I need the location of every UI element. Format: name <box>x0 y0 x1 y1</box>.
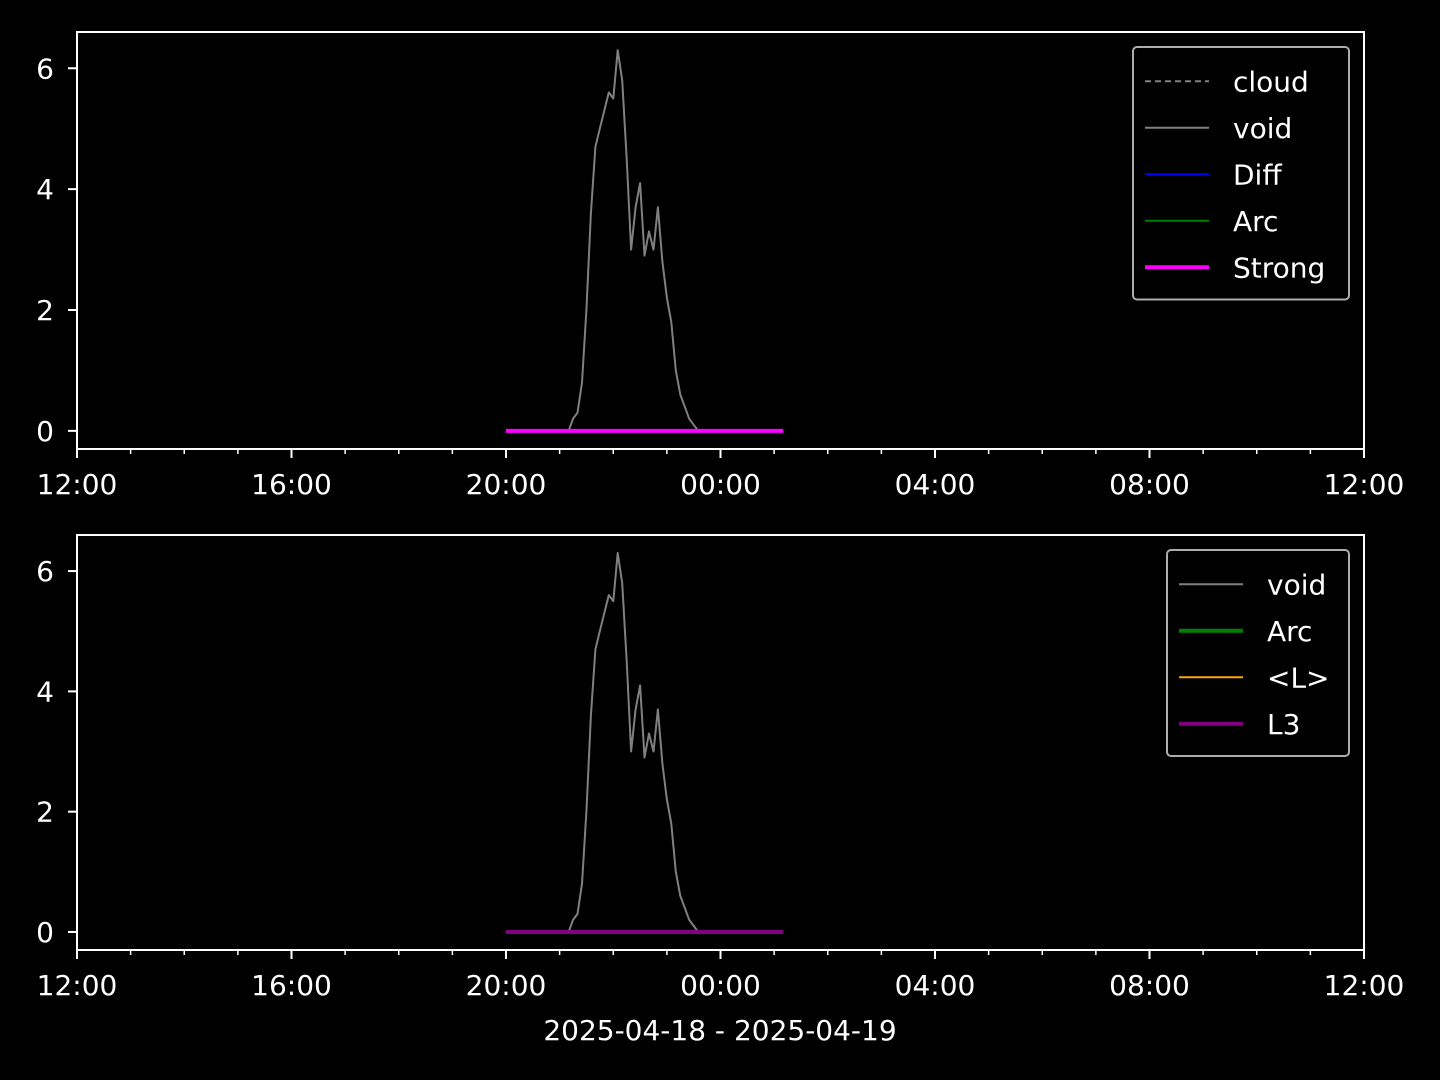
legend: void Arc <L> L3 <box>1166 549 1350 757</box>
x-tick-label: 12:00 <box>1324 468 1405 501</box>
y-tick-label: 2 <box>36 294 54 327</box>
legend-label: void <box>1267 568 1326 601</box>
x-tick-label: 16:00 <box>251 468 332 501</box>
x-tick-label: 04:00 <box>895 468 976 501</box>
x-tick-label: 12:00 <box>37 969 118 1002</box>
y-tick-label: 2 <box>36 796 54 829</box>
y-tick-label: 0 <box>36 916 54 949</box>
y-tick-label: 6 <box>36 555 54 588</box>
x-tick-label: 20:00 <box>466 468 547 501</box>
x-tick-label: 00:00 <box>680 969 761 1002</box>
legend-label: cloud <box>1233 65 1309 98</box>
x-tick-label: 04:00 <box>895 969 976 1002</box>
y-tick-label: 4 <box>36 675 54 708</box>
legend-label: Arc <box>1233 205 1278 238</box>
x-tick-label: 08:00 <box>1109 969 1190 1002</box>
y-tick-label: 0 <box>36 415 54 448</box>
legend-label: L3 <box>1267 708 1300 741</box>
x-tick-label: 12:00 <box>1324 969 1405 1002</box>
x-tick-label: 00:00 <box>680 468 761 501</box>
legend-label: <L> <box>1267 661 1330 694</box>
x-tick-label: 08:00 <box>1109 468 1190 501</box>
y-tick-label: 4 <box>36 173 54 206</box>
x-axis-label: 2025-04-18 - 2025-04-19 <box>543 1014 896 1047</box>
figure: 12:00 16:00 20:00 00:00 04:00 08:00 12:00 0 2 4 6 c… <box>0 0 1440 1080</box>
x-tick-label: 20:00 <box>466 969 547 1002</box>
legend: cloud void Diff Arc Strong <box>1132 46 1350 301</box>
legend-label: Diff <box>1233 158 1282 191</box>
legend-label: void <box>1233 112 1292 145</box>
x-tick-label: 16:00 <box>251 969 332 1002</box>
y-tick-label: 6 <box>36 52 54 85</box>
legend-label: Strong <box>1233 251 1325 284</box>
legend-label: Arc <box>1267 615 1312 648</box>
x-tick-label: 12:00 <box>37 468 118 501</box>
